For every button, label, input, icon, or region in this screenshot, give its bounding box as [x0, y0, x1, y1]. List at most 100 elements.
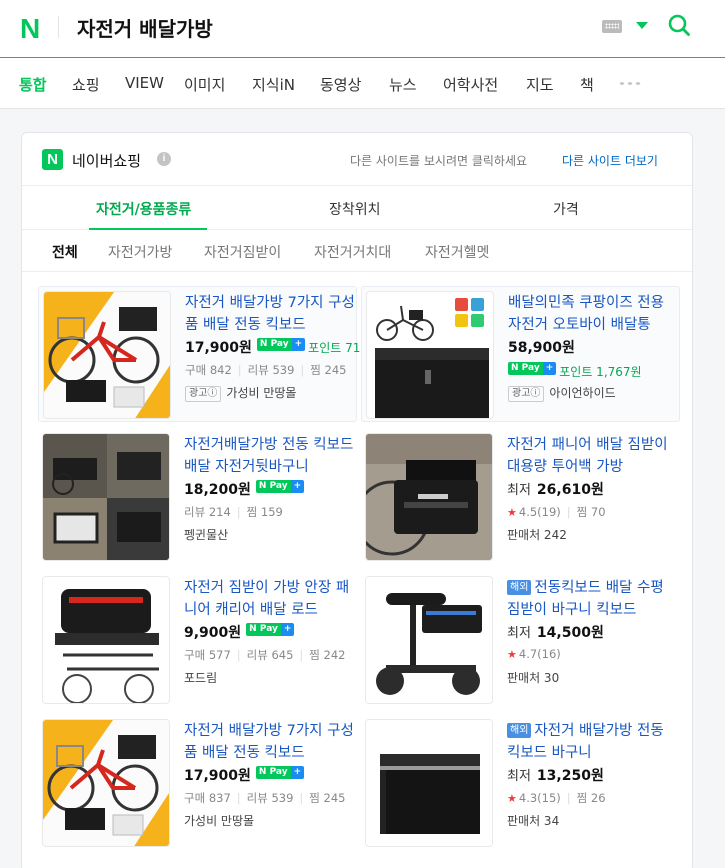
product-price: 18,200원: [184, 482, 251, 498]
seller-count[interactable]: 판매처 30: [507, 671, 559, 685]
product-card[interactable]: 해외 자전거 배달가방 전동킥보드 바구니 최저 13,250원 ★ 4.3(15) |…: [361, 715, 680, 851]
filter-bike-type[interactable]: 자전거/용품종류: [96, 199, 191, 219]
category-chips: 전체 자전거가방 자전거짐받이 자전거거치대 자전거헬멧: [22, 230, 692, 272]
buy-count: 구매 577: [184, 648, 231, 662]
seller-count[interactable]: 판매처 34: [507, 814, 559, 828]
product-title[interactable]: 자전거 배달가방 7가지 구성품 배달 전동 킥보드: [185, 292, 355, 336]
tab-integrated[interactable]: 통합: [19, 74, 47, 95]
tab-dictionary[interactable]: 어학사전: [443, 74, 498, 95]
product-rating: 4.3(15): [518, 791, 561, 805]
ad-badge[interactable]: 광고ⓘ: [508, 386, 545, 402]
npay-badge: N Pay +: [255, 480, 305, 493]
product-card[interactable]: 자전거 배달가방 7가지 구성품 배달 전동 킥보드 17,900원 N Pay +…: [38, 286, 379, 422]
seller-count[interactable]: 판매처 242: [507, 528, 567, 542]
seller-name[interactable]: 펭귄물산: [184, 528, 228, 542]
product-card[interactable]: 배달의민족 쿠팡이즈 전용 자전거 오토바이 배달통 58,900원 N Pay…: [361, 286, 680, 422]
category-bike-helmet[interactable]: 자전거헬멧: [425, 242, 489, 262]
review-count[interactable]: 리뷰 539: [248, 363, 295, 377]
filter-mount-position[interactable]: 장착위치: [329, 199, 381, 219]
tab-shopping[interactable]: 쇼핑: [72, 74, 100, 95]
product-title[interactable]: 해외 자전거 배달가방 전동킥보드 바구니: [507, 720, 677, 764]
product-image[interactable]: [42, 433, 170, 561]
product-image[interactable]: [42, 576, 170, 704]
product-rating: 4.5(19): [518, 505, 561, 519]
price-prefix: 최저: [507, 626, 531, 641]
review-count[interactable]: 리뷰 214: [184, 505, 231, 519]
shopping-title[interactable]: 네이버쇼핑: [72, 150, 141, 171]
seller-name[interactable]: 가성비 만땅몰: [184, 814, 254, 828]
header-divider: [58, 16, 59, 38]
search-input[interactable]: 자전거 배달가방: [77, 13, 213, 42]
zzim-count: 찜 159: [246, 505, 283, 519]
tab-map[interactable]: 지도: [526, 74, 554, 95]
naver-shopping-card: N 네이버쇼핑 i 다른 사이트를 보시려면 클릭하세요 다른 사이트 더보기 …: [21, 132, 693, 868]
filter-price[interactable]: 가격: [553, 199, 579, 219]
seller-name[interactable]: 가성비 만땅몰: [226, 386, 296, 400]
product-title[interactable]: 배달의민족 쿠팡이즈 전용 자전거 오토바이 배달통: [508, 292, 678, 336]
product-card[interactable]: 자전거 패니어 배달 짐받이 대용량 투어백 가방 최저 26,610원 ★ 4.5…: [361, 429, 680, 565]
tab-news[interactable]: 뉴스: [389, 74, 417, 95]
category-bike-bag[interactable]: 자전거가방: [108, 242, 172, 262]
category-bike-stand[interactable]: 자전거거치대: [314, 242, 391, 262]
product-image[interactable]: [365, 576, 493, 704]
product-title[interactable]: 해외 전동킥보드 배달 수평 짐받이 바구니 킥보드: [507, 577, 677, 621]
product-image[interactable]: [43, 291, 171, 419]
other-site-link[interactable]: 다른 사이트 더보기: [562, 152, 658, 169]
product-price: 26,610원: [536, 482, 604, 498]
info-icon[interactable]: i: [157, 152, 171, 166]
product-title[interactable]: 자전거 배달가방 7가지 구성품 배달 전동 킥보드: [184, 720, 354, 764]
seller-name[interactable]: 아이언하이드: [549, 386, 615, 400]
product-price: 9,900원: [184, 625, 242, 641]
product-price: 14,500원: [536, 625, 604, 641]
chevron-down-icon[interactable]: [636, 22, 648, 29]
naver-logo[interactable]: N: [20, 13, 40, 45]
product-price: 58,900원: [508, 340, 575, 356]
product-card[interactable]: 자전거 배달가방 7가지 구성품 배달 전동 킥보드 17,900원 N Pay +…: [38, 715, 357, 851]
zzim-count: 찜 245: [309, 791, 346, 805]
buy-count: 구매 842: [185, 363, 232, 377]
keyboard-icon[interactable]: [602, 20, 622, 33]
category-all[interactable]: 전체: [52, 242, 78, 262]
tab-book[interactable]: 책: [580, 74, 594, 95]
filter-tabs: 자전거/용품종류 장착위치 가격: [22, 185, 692, 230]
product-point: 포인트 1,767원: [559, 365, 642, 379]
product-card[interactable]: 자전거배달가방 전동 킥보드 배달 자전거뒷바구니 18,200원 N Pay + …: [38, 429, 357, 565]
npay-badge: N Pay +: [246, 623, 295, 636]
other-site-hint: 다른 사이트를 보시려면 클릭하세요: [350, 154, 528, 168]
search-header: N 자전거 배달가방: [0, 0, 725, 58]
search-tabs: 통합 쇼핑 VIEW 이미지 지식iN 동영상 뉴스 어학사전 지도 책: [0, 58, 725, 109]
tab-view[interactable]: VIEW: [125, 74, 164, 92]
star-icon: ★: [507, 648, 517, 661]
tab-video[interactable]: 동영상: [320, 74, 361, 95]
seller-name[interactable]: 포드림: [184, 671, 217, 685]
search-icon[interactable]: [667, 13, 691, 37]
npay-badge: N Pay +: [508, 362, 557, 375]
price-prefix: 최저: [507, 483, 531, 498]
npay-badge: N Pay +: [256, 338, 306, 351]
naver-shopping-logo: N: [42, 149, 63, 170]
star-icon: ★: [507, 506, 517, 519]
product-card[interactable]: 자전거 짐받이 가방 안장 패니어 캐리어 배달 로드 9,900원 N Pay +…: [38, 572, 357, 708]
product-price: 17,900원: [185, 340, 252, 356]
product-title[interactable]: 자전거 짐받이 가방 안장 패니어 캐리어 배달 로드: [184, 577, 354, 621]
product-title[interactable]: 자전거배달가방 전동 킥보드 배달 자전거뒷바구니: [184, 434, 354, 478]
product-image[interactable]: [366, 291, 494, 419]
category-bike-rack[interactable]: 자전거짐받이: [204, 242, 281, 262]
product-image[interactable]: [42, 719, 170, 847]
product-title[interactable]: 자전거 패니어 배달 짐받이 대용량 투어백 가방: [507, 434, 677, 478]
ad-badge[interactable]: 광고ⓘ: [185, 386, 222, 402]
more-tabs-icon[interactable]: [618, 81, 642, 86]
zzim-count: 찜 70: [576, 505, 606, 519]
product-image[interactable]: [365, 719, 493, 847]
zzim-count: 찜 242: [309, 648, 346, 662]
product-price: 13,250원: [536, 768, 604, 784]
review-count[interactable]: 리뷰 645: [247, 648, 294, 662]
tab-knowledge-in[interactable]: 지식iN: [252, 74, 295, 95]
product-image[interactable]: [365, 433, 493, 561]
price-prefix: 최저: [507, 769, 531, 784]
tab-image[interactable]: 이미지: [184, 74, 225, 95]
buy-count: 구매 837: [184, 791, 231, 805]
review-count[interactable]: 리뷰 539: [247, 791, 294, 805]
product-card[interactable]: 해외 전동킥보드 배달 수평 짐받이 바구니 킥보드 최저 14,500원 ★ 4.7…: [361, 572, 680, 708]
npay-badge: N Pay +: [255, 766, 305, 779]
